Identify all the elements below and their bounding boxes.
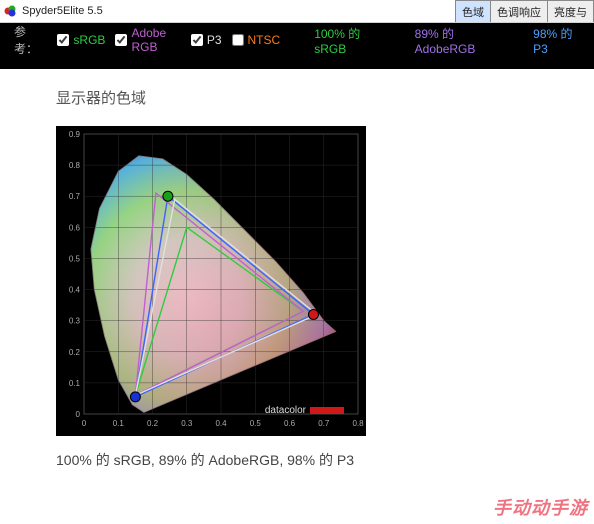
checkbox-srgb-label: sRGB [73, 33, 105, 47]
datacolor-bar-icon [310, 407, 344, 414]
toolbar-border [0, 57, 594, 69]
pct-p3: 98% 的 P3 [533, 25, 580, 56]
svg-text:0.7: 0.7 [318, 419, 330, 428]
view-tabs: 色域 色调响应 亮度与 [456, 0, 594, 22]
svg-text:0.1: 0.1 [113, 419, 125, 428]
gamut-chart: 0 0.1 0.2 0.3 0.4 0.5 0.6 0.7 0.8 0 0.1 0.2 0.3 0.4 0.… [56, 126, 366, 436]
svg-text:0.8: 0.8 [69, 161, 81, 170]
reference-label: 参考： [14, 23, 43, 57]
tab-gamut[interactable]: 色域 [455, 0, 491, 22]
window-title: Spyder5Elite 5.5 [22, 5, 103, 17]
svg-text:0.7: 0.7 [69, 192, 81, 201]
pct-srgb: 100% 的 sRGB [314, 25, 380, 56]
titlebar: Spyder5Elite 5.5 色域 色调响应 亮度与 [0, 0, 594, 23]
svg-text:0.2: 0.2 [147, 419, 159, 428]
svg-text:0.6: 0.6 [69, 223, 81, 232]
app-icon [4, 4, 18, 18]
pct-adobergb: 89% 的 AdobeRGB [415, 25, 499, 56]
section-heading: 显示器的色域 [56, 87, 594, 108]
svg-text:0.3: 0.3 [181, 419, 193, 428]
checkbox-adobergb[interactable]: Adobe RGB [115, 26, 180, 54]
tab-tone[interactable]: 色调响应 [490, 0, 548, 22]
watermark: 手动动手游 [493, 494, 588, 520]
svg-text:0.6: 0.6 [284, 419, 296, 428]
svg-text:0.3: 0.3 [69, 317, 81, 326]
svg-text:0.2: 0.2 [69, 348, 81, 357]
checkbox-adobergb-label: Adobe RGB [131, 26, 180, 54]
svg-text:0: 0 [82, 419, 87, 428]
checkbox-p3-input[interactable] [191, 34, 203, 46]
datacolor-logo: datacolor [265, 405, 344, 416]
svg-text:0.4: 0.4 [215, 419, 227, 428]
svg-text:0: 0 [76, 410, 81, 419]
reference-toolbar: 参考： sRGB Adobe RGB P3 NTSC 100% 的 sRGB 8… [0, 23, 594, 57]
svg-text:0.9: 0.9 [69, 130, 81, 139]
checkbox-p3[interactable]: P3 [191, 33, 222, 47]
checkbox-ntsc-input[interactable] [232, 34, 244, 46]
svg-text:0.8: 0.8 [352, 419, 364, 428]
tab-brightness[interactable]: 亮度与 [547, 0, 594, 22]
svg-text:0.5: 0.5 [250, 419, 262, 428]
datacolor-text: datacolor [265, 405, 306, 416]
gamut-caption: 100% 的 sRGB, 89% 的 AdobeRGB, 98% 的 P3 [56, 450, 594, 470]
svg-text:0.1: 0.1 [69, 379, 81, 388]
checkbox-adobergb-input[interactable] [115, 34, 127, 46]
checkbox-srgb[interactable]: sRGB [57, 33, 105, 47]
checkbox-ntsc[interactable]: NTSC [232, 33, 281, 47]
svg-text:0.5: 0.5 [69, 254, 81, 263]
checkbox-srgb-input[interactable] [57, 34, 69, 46]
checkbox-p3-label: P3 [207, 33, 222, 47]
svg-text:0.4: 0.4 [69, 286, 81, 295]
content-area: 显示器的色域 00.10.20.30.40.50.60.70.800.10.20… [0, 69, 594, 470]
checkbox-ntsc-label: NTSC [248, 33, 281, 47]
